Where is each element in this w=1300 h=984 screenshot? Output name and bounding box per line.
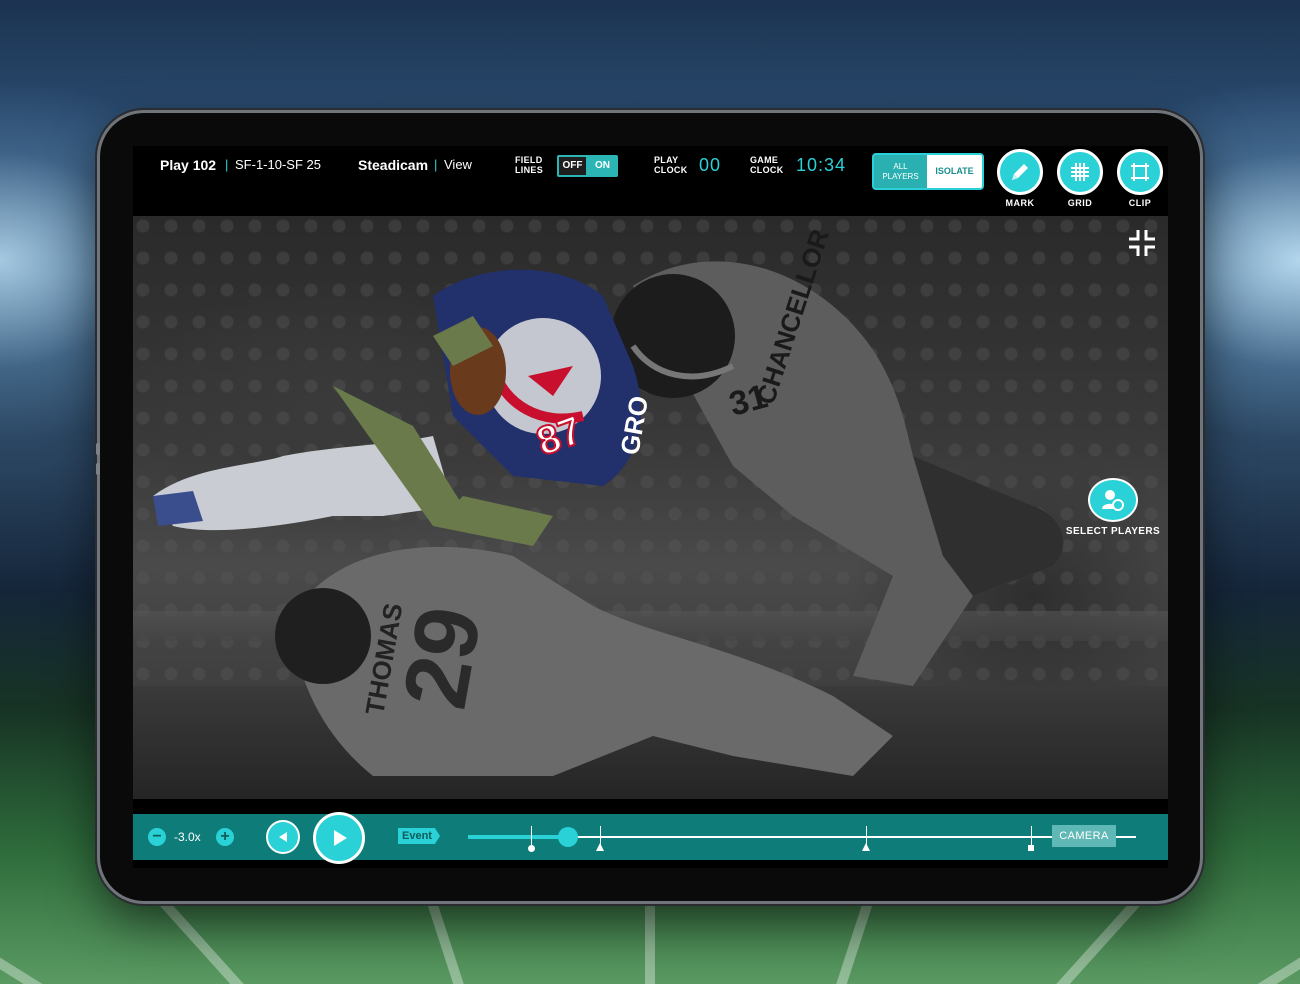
clip-button[interactable] bbox=[1117, 149, 1163, 195]
crop-icon bbox=[1131, 163, 1149, 181]
play-label: Play 102 bbox=[160, 157, 217, 173]
tablet-device: Play 102 | SF-1-10-SF 25 Steadicam | Vie… bbox=[96, 113, 1200, 901]
select-players-button[interactable] bbox=[1088, 478, 1138, 522]
mark-button[interactable] bbox=[997, 149, 1043, 195]
clip-label: CLIP bbox=[1128, 198, 1152, 208]
isolate-option[interactable]: ISOLATE bbox=[927, 155, 982, 188]
marker-dot[interactable] bbox=[528, 845, 535, 852]
field-lines-toggle[interactable]: OFF ON bbox=[557, 155, 618, 177]
users-icon bbox=[1102, 490, 1124, 511]
camera-view[interactable]: View bbox=[444, 157, 472, 172]
all-players-option[interactable]: ALL PLAYERS bbox=[874, 155, 927, 188]
play-clock-value: 00 bbox=[699, 155, 722, 175]
speed-decrease-button[interactable]: − bbox=[148, 828, 166, 846]
divider: | bbox=[225, 157, 229, 172]
view-mode-switch[interactable]: ALL PLAYERS ISOLATE bbox=[872, 153, 984, 190]
mark-label: MARK bbox=[1005, 198, 1035, 208]
divider: | bbox=[434, 157, 438, 172]
grid-label: GRID bbox=[1067, 198, 1093, 208]
timeline-scrubber[interactable] bbox=[558, 827, 578, 847]
toggle-on[interactable]: ON bbox=[589, 157, 616, 175]
game-clock-label: GAME CLOCK bbox=[750, 155, 784, 175]
camera-button[interactable]: CAMERA bbox=[1052, 825, 1116, 847]
speed-increase-button[interactable]: + bbox=[216, 828, 234, 846]
play-reverse-icon bbox=[279, 832, 287, 842]
event-tag[interactable]: Event bbox=[398, 828, 440, 844]
play-button[interactable] bbox=[313, 812, 365, 864]
play-icon bbox=[334, 830, 347, 846]
players-illustration: 31 CHANCELLOR 29 THOMAS 87 GRO bbox=[153, 225, 1064, 776]
game-clock-value: 10:34 bbox=[796, 155, 847, 175]
camera-name: Steadicam bbox=[358, 157, 429, 173]
tablet-side-button bbox=[96, 463, 100, 475]
play-clock-label: PLAY CLOCK bbox=[654, 155, 688, 175]
marker-square[interactable] bbox=[1028, 845, 1034, 851]
step-back-button[interactable] bbox=[266, 820, 300, 854]
top-bar: Play 102 | SF-1-10-SF 25 Steadicam | Vie… bbox=[133, 146, 1168, 216]
select-players-label: SELECT PLAYERS bbox=[1065, 526, 1161, 537]
tablet-side-button bbox=[96, 443, 100, 455]
marker-triangle[interactable] bbox=[862, 843, 870, 851]
toggle-off[interactable]: OFF bbox=[559, 157, 586, 175]
marker-triangle[interactable] bbox=[596, 843, 604, 851]
grid-icon bbox=[1071, 163, 1089, 181]
down-distance: SF-1-10-SF 25 bbox=[235, 157, 321, 172]
fit-screen-icon[interactable] bbox=[1127, 228, 1157, 263]
grid-button[interactable] bbox=[1057, 149, 1103, 195]
app-screen: Play 102 | SF-1-10-SF 25 Steadicam | Vie… bbox=[133, 146, 1168, 868]
playback-speed: -3.0x bbox=[174, 830, 201, 844]
video-frame[interactable]: 31 CHANCELLOR 29 THOMAS 87 GRO SELECT PL… bbox=[133, 216, 1168, 799]
timeline-bar: − -3.0x + Event CAMERA bbox=[133, 812, 1168, 864]
pencil-icon bbox=[1012, 164, 1028, 180]
field-lines-label: FIELD LINES bbox=[515, 155, 544, 175]
timeline-progress bbox=[468, 835, 568, 839]
